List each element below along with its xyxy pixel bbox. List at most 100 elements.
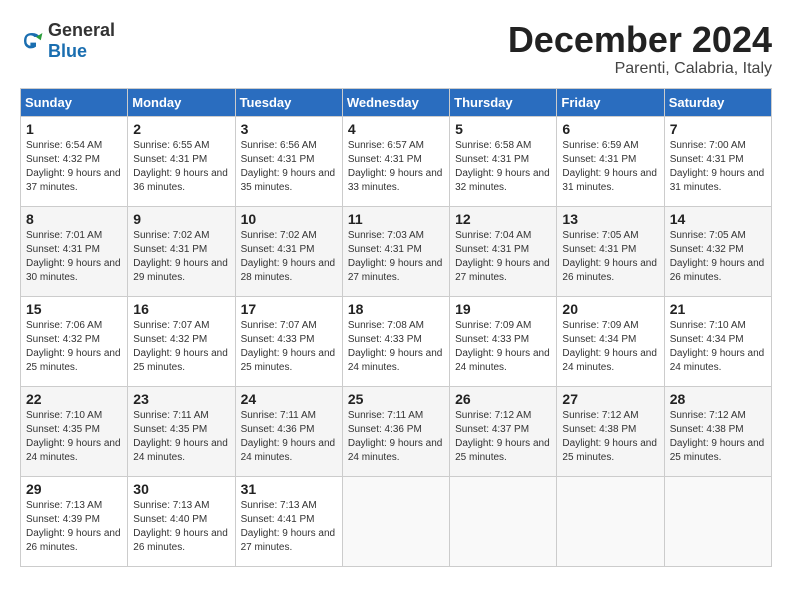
day-info: Sunrise: 7:05 AMSunset: 4:31 PMDaylight:…: [562, 229, 658, 285]
day-number: 22: [26, 391, 122, 407]
day-number: 1: [26, 121, 122, 137]
table-row: 29 Sunrise: 7:13 AMSunset: 4:39 PMDaylig…: [21, 476, 128, 566]
day-number: 27: [562, 391, 658, 407]
table-row: 17 Sunrise: 7:07 AMSunset: 4:33 PMDaylig…: [235, 296, 342, 386]
table-row: 8 Sunrise: 7:01 AMSunset: 4:31 PMDayligh…: [21, 206, 128, 296]
day-number: 17: [241, 301, 337, 317]
table-row: 19 Sunrise: 7:09 AMSunset: 4:33 PMDaylig…: [450, 296, 557, 386]
day-info: Sunrise: 7:12 AMSunset: 4:37 PMDaylight:…: [455, 409, 551, 465]
table-row: 24 Sunrise: 7:11 AMSunset: 4:36 PMDaylig…: [235, 386, 342, 476]
col-saturday: Saturday: [664, 88, 771, 116]
day-info: Sunrise: 6:59 AMSunset: 4:31 PMDaylight:…: [562, 139, 658, 195]
table-row: [557, 476, 664, 566]
day-info: Sunrise: 6:57 AMSunset: 4:31 PMDaylight:…: [348, 139, 444, 195]
day-number: 18: [348, 301, 444, 317]
day-number: 13: [562, 211, 658, 227]
day-info: Sunrise: 7:01 AMSunset: 4:31 PMDaylight:…: [26, 229, 122, 285]
day-number: 5: [455, 121, 551, 137]
day-info: Sunrise: 7:09 AMSunset: 4:34 PMDaylight:…: [562, 319, 658, 375]
day-number: 21: [670, 301, 766, 317]
day-info: Sunrise: 7:06 AMSunset: 4:32 PMDaylight:…: [26, 319, 122, 375]
table-row: 13 Sunrise: 7:05 AMSunset: 4:31 PMDaylig…: [557, 206, 664, 296]
day-info: Sunrise: 7:11 AMSunset: 4:35 PMDaylight:…: [133, 409, 229, 465]
day-info: Sunrise: 7:05 AMSunset: 4:32 PMDaylight:…: [670, 229, 766, 285]
day-number: 23: [133, 391, 229, 407]
calendar-week-row: 8 Sunrise: 7:01 AMSunset: 4:31 PMDayligh…: [21, 206, 772, 296]
table-row: 10 Sunrise: 7:02 AMSunset: 4:31 PMDaylig…: [235, 206, 342, 296]
table-row: 6 Sunrise: 6:59 AMSunset: 4:31 PMDayligh…: [557, 116, 664, 206]
day-number: 29: [26, 481, 122, 497]
table-row: 18 Sunrise: 7:08 AMSunset: 4:33 PMDaylig…: [342, 296, 449, 386]
day-info: Sunrise: 7:04 AMSunset: 4:31 PMDaylight:…: [455, 229, 551, 285]
calendar-week-row: 29 Sunrise: 7:13 AMSunset: 4:39 PMDaylig…: [21, 476, 772, 566]
col-friday: Friday: [557, 88, 664, 116]
logo-text: General Blue: [48, 20, 115, 62]
table-row: 2 Sunrise: 6:55 AMSunset: 4:31 PMDayligh…: [128, 116, 235, 206]
table-row: 12 Sunrise: 7:04 AMSunset: 4:31 PMDaylig…: [450, 206, 557, 296]
table-row: 1 Sunrise: 6:54 AMSunset: 4:32 PMDayligh…: [21, 116, 128, 206]
table-row: 25 Sunrise: 7:11 AMSunset: 4:36 PMDaylig…: [342, 386, 449, 476]
title-block: December 2024 Parenti, Calabria, Italy: [508, 20, 772, 78]
day-number: 19: [455, 301, 551, 317]
calendar-week-row: 1 Sunrise: 6:54 AMSunset: 4:32 PMDayligh…: [21, 116, 772, 206]
day-number: 30: [133, 481, 229, 497]
table-row: 21 Sunrise: 7:10 AMSunset: 4:34 PMDaylig…: [664, 296, 771, 386]
table-row: 5 Sunrise: 6:58 AMSunset: 4:31 PMDayligh…: [450, 116, 557, 206]
day-number: 8: [26, 211, 122, 227]
day-info: Sunrise: 6:55 AMSunset: 4:31 PMDaylight:…: [133, 139, 229, 195]
table-row: 4 Sunrise: 6:57 AMSunset: 4:31 PMDayligh…: [342, 116, 449, 206]
day-info: Sunrise: 7:13 AMSunset: 4:40 PMDaylight:…: [133, 499, 229, 555]
day-number: 9: [133, 211, 229, 227]
day-info: Sunrise: 7:10 AMSunset: 4:35 PMDaylight:…: [26, 409, 122, 465]
day-number: 28: [670, 391, 766, 407]
day-number: 4: [348, 121, 444, 137]
day-number: 10: [241, 211, 337, 227]
table-row: 31 Sunrise: 7:13 AMSunset: 4:41 PMDaylig…: [235, 476, 342, 566]
day-info: Sunrise: 7:02 AMSunset: 4:31 PMDaylight:…: [241, 229, 337, 285]
day-number: 12: [455, 211, 551, 227]
col-monday: Monday: [128, 88, 235, 116]
day-number: 16: [133, 301, 229, 317]
day-info: Sunrise: 7:13 AMSunset: 4:39 PMDaylight:…: [26, 499, 122, 555]
day-number: 11: [348, 211, 444, 227]
month-title: December 2024: [508, 20, 772, 60]
day-number: 14: [670, 211, 766, 227]
day-info: Sunrise: 7:11 AMSunset: 4:36 PMDaylight:…: [348, 409, 444, 465]
day-number: 6: [562, 121, 658, 137]
day-info: Sunrise: 7:07 AMSunset: 4:32 PMDaylight:…: [133, 319, 229, 375]
day-number: 3: [241, 121, 337, 137]
day-number: 31: [241, 481, 337, 497]
table-row: 15 Sunrise: 7:06 AMSunset: 4:32 PMDaylig…: [21, 296, 128, 386]
day-info: Sunrise: 7:10 AMSunset: 4:34 PMDaylight:…: [670, 319, 766, 375]
table-row: 30 Sunrise: 7:13 AMSunset: 4:40 PMDaylig…: [128, 476, 235, 566]
day-number: 24: [241, 391, 337, 407]
table-row: 26 Sunrise: 7:12 AMSunset: 4:37 PMDaylig…: [450, 386, 557, 476]
day-info: Sunrise: 7:12 AMSunset: 4:38 PMDaylight:…: [670, 409, 766, 465]
table-row: 20 Sunrise: 7:09 AMSunset: 4:34 PMDaylig…: [557, 296, 664, 386]
day-info: Sunrise: 7:08 AMSunset: 4:33 PMDaylight:…: [348, 319, 444, 375]
day-info: Sunrise: 7:09 AMSunset: 4:33 PMDaylight:…: [455, 319, 551, 375]
day-number: 15: [26, 301, 122, 317]
calendar-week-row: 15 Sunrise: 7:06 AMSunset: 4:32 PMDaylig…: [21, 296, 772, 386]
day-number: 20: [562, 301, 658, 317]
day-number: 7: [670, 121, 766, 137]
location-title: Parenti, Calabria, Italy: [508, 60, 772, 78]
table-row: 11 Sunrise: 7:03 AMSunset: 4:31 PMDaylig…: [342, 206, 449, 296]
col-wednesday: Wednesday: [342, 88, 449, 116]
day-info: Sunrise: 7:12 AMSunset: 4:38 PMDaylight:…: [562, 409, 658, 465]
table-row: 27 Sunrise: 7:12 AMSunset: 4:38 PMDaylig…: [557, 386, 664, 476]
logo-icon: [20, 29, 44, 53]
table-row: 3 Sunrise: 6:56 AMSunset: 4:31 PMDayligh…: [235, 116, 342, 206]
col-thursday: Thursday: [450, 88, 557, 116]
logo: General Blue: [20, 20, 115, 62]
page-header: General Blue December 2024 Parenti, Cala…: [20, 20, 772, 78]
table-row: 9 Sunrise: 7:02 AMSunset: 4:31 PMDayligh…: [128, 206, 235, 296]
day-info: Sunrise: 6:56 AMSunset: 4:31 PMDaylight:…: [241, 139, 337, 195]
day-info: Sunrise: 7:07 AMSunset: 4:33 PMDaylight:…: [241, 319, 337, 375]
col-sunday: Sunday: [21, 88, 128, 116]
day-info: Sunrise: 7:00 AMSunset: 4:31 PMDaylight:…: [670, 139, 766, 195]
col-tuesday: Tuesday: [235, 88, 342, 116]
day-info: Sunrise: 7:03 AMSunset: 4:31 PMDaylight:…: [348, 229, 444, 285]
table-row: [450, 476, 557, 566]
table-row: 7 Sunrise: 7:00 AMSunset: 4:31 PMDayligh…: [664, 116, 771, 206]
